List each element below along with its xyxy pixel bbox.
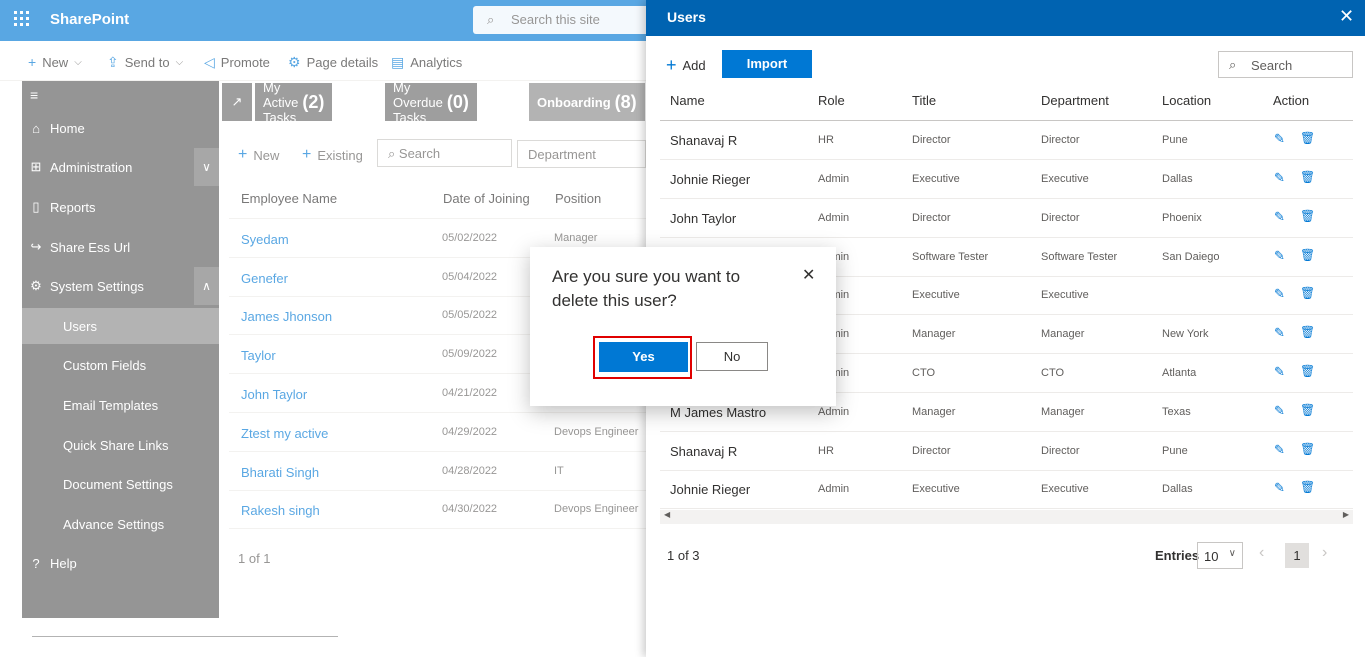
column-header[interactable]: Department: [1041, 93, 1109, 108]
user-title: Manager: [912, 328, 956, 340]
column-header[interactable]: Location: [1162, 93, 1211, 108]
user-title: Director: [912, 212, 951, 224]
edit-icon[interactable]: ✎: [1274, 248, 1285, 264]
user-location: Dallas: [1162, 483, 1193, 495]
user-location: Dallas: [1162, 173, 1193, 185]
close-icon[interactable]: ✕: [1339, 6, 1354, 27]
trash-icon[interactable]: 🗑︎: [1300, 209, 1315, 223]
user-location: San Daiego: [1162, 251, 1220, 263]
search-icon: ⌕: [1229, 57, 1237, 72]
panel-header: Users ✕: [646, 0, 1365, 36]
user-department: Director: [1041, 134, 1080, 146]
user-name: Johnie Rieger: [670, 172, 751, 187]
user-role: HR: [818, 445, 834, 457]
dialog-message: Are you sure you want to delete this use…: [552, 267, 741, 310]
user-location: Pune: [1162, 445, 1188, 457]
edit-icon[interactable]: ✎: [1274, 403, 1285, 419]
column-header: Action: [1273, 93, 1310, 108]
edit-icon[interactable]: ✎: [1274, 131, 1285, 147]
users-pager: 1 of 3: [667, 548, 700, 563]
table-row: Shanavaj R HR Director Director Pune ✎ 🗑…: [660, 121, 1353, 160]
user-role: Admin: [818, 406, 850, 418]
import-button[interactable]: Import: [722, 50, 812, 78]
user-title: Manager: [912, 406, 956, 418]
edit-icon[interactable]: ✎: [1274, 209, 1285, 225]
user-title: Director: [912, 134, 951, 146]
plus-icon: +: [666, 55, 677, 75]
trash-icon[interactable]: 🗑︎: [1300, 325, 1315, 339]
table-row: Johnie Rieger Admin Executive Executive …: [660, 160, 1353, 199]
user-title: Director: [912, 445, 951, 457]
user-name: Shanavaj R: [670, 444, 738, 459]
panel-title: Users: [667, 9, 706, 25]
user-location: New York: [1162, 328, 1209, 340]
close-icon[interactable]: ✕: [802, 265, 815, 285]
user-title: Software Tester: [912, 251, 989, 263]
user-department: Manager: [1041, 328, 1085, 340]
user-location: Phoenix: [1162, 212, 1202, 224]
page-number-button[interactable]: 1: [1285, 543, 1309, 568]
entries-label: Entries: [1155, 548, 1200, 563]
scroll-right-icon[interactable]: ▶: [1343, 510, 1349, 519]
user-location: Atlanta: [1162, 367, 1197, 379]
trash-icon[interactable]: 🗑︎: [1300, 364, 1315, 378]
user-department: Executive: [1041, 289, 1089, 301]
table-row: John Taylor Admin Director Director Phoe…: [660, 199, 1353, 238]
add-label: Add: [682, 58, 706, 73]
trash-icon[interactable]: 🗑︎: [1300, 480, 1315, 494]
user-role: HR: [818, 134, 834, 146]
trash-icon[interactable]: 🗑︎: [1300, 131, 1315, 145]
user-department: Executive: [1041, 483, 1089, 495]
edit-icon[interactable]: ✎: [1274, 480, 1285, 496]
user-title: Executive: [912, 483, 960, 495]
next-page-icon[interactable]: ›: [1322, 544, 1327, 562]
edit-icon[interactable]: ✎: [1274, 170, 1285, 186]
user-name: Johnie Rieger: [670, 482, 751, 497]
user-name: Shanavaj R: [670, 133, 738, 148]
user-location: Texas: [1162, 406, 1191, 418]
user-name: M James Mastro: [670, 405, 767, 420]
table-row: Shanavaj R HR Director Director Pune ✎ 🗑…: [660, 432, 1353, 471]
user-department: Manager: [1041, 406, 1085, 418]
user-role: Admin: [818, 212, 850, 224]
column-header[interactable]: Role: [818, 93, 845, 108]
horizontal-scrollbar[interactable]: ◀ ▶: [660, 510, 1353, 524]
entries-value: 10: [1204, 549, 1219, 564]
user-department: Director: [1041, 445, 1080, 457]
entries-dropdown[interactable]: 10 ∨: [1197, 542, 1243, 569]
user-search-placeholder: Search: [1251, 58, 1293, 73]
add-user-button[interactable]: + Add: [666, 55, 706, 76]
yes-button[interactable]: Yes: [599, 342, 688, 372]
user-role: Admin: [818, 483, 850, 495]
user-name: John Taylor: [670, 211, 737, 226]
delete-confirm-dialog: Are you sure you want to delete this use…: [530, 247, 836, 406]
scroll-left-icon[interactable]: ◀: [664, 510, 670, 519]
edit-icon[interactable]: ✎: [1274, 325, 1285, 341]
no-button[interactable]: No: [696, 342, 768, 371]
user-department: Software Tester: [1041, 251, 1118, 263]
user-location: Pune: [1162, 134, 1188, 146]
trash-icon[interactable]: 🗑︎: [1300, 170, 1315, 184]
edit-icon[interactable]: ✎: [1274, 442, 1285, 458]
user-search-input[interactable]: ⌕ Search: [1218, 51, 1353, 78]
user-department: Executive: [1041, 173, 1089, 185]
column-header[interactable]: Title: [912, 93, 936, 108]
prev-page-icon[interactable]: ‹: [1259, 544, 1264, 562]
trash-icon[interactable]: 🗑︎: [1300, 442, 1315, 456]
user-role: Admin: [818, 173, 850, 185]
user-title: CTO: [912, 367, 936, 379]
trash-icon[interactable]: 🗑︎: [1300, 403, 1315, 417]
user-department: CTO: [1041, 367, 1065, 379]
column-header[interactable]: Name: [670, 93, 705, 108]
user-department: Director: [1041, 212, 1080, 224]
trash-icon[interactable]: 🗑︎: [1300, 286, 1315, 300]
trash-icon[interactable]: 🗑︎: [1300, 248, 1315, 262]
user-title: Executive: [912, 289, 960, 301]
chevron-down-icon: ∨: [1228, 548, 1236, 559]
edit-icon[interactable]: ✎: [1274, 364, 1285, 380]
table-row: Johnie Rieger Admin Executive Executive …: [660, 470, 1353, 509]
edit-icon[interactable]: ✎: [1274, 286, 1285, 302]
user-title: Executive: [912, 173, 960, 185]
